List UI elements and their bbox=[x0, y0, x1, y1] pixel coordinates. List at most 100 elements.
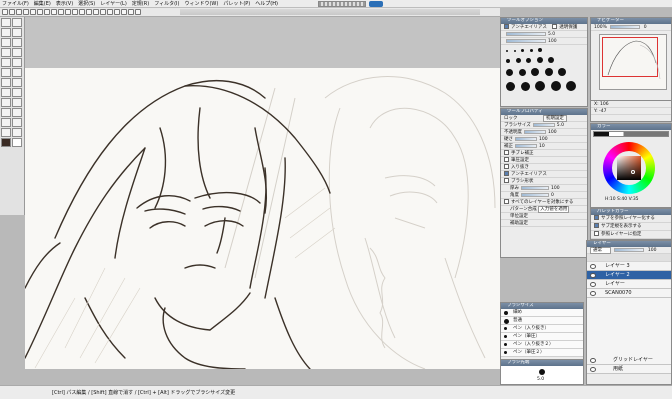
redo-icon[interactable] bbox=[30, 9, 36, 15]
brush-dot[interactable] bbox=[544, 68, 553, 76]
color-picker-marker[interactable] bbox=[631, 170, 635, 174]
prop-checkbox[interactable] bbox=[504, 157, 509, 162]
layer-blend-mode[interactable]: 通常 bbox=[590, 247, 611, 254]
paste-icon[interactable] bbox=[51, 9, 57, 15]
correct-tool-icon[interactable] bbox=[1, 128, 11, 137]
nav-zoom-slider[interactable] bbox=[610, 24, 641, 29]
menu-file[interactable]: ファイル(F) bbox=[2, 0, 29, 7]
prop-checkbox[interactable] bbox=[504, 199, 509, 204]
aa-checkbox[interactable] bbox=[504, 24, 509, 29]
hand-tool-icon[interactable] bbox=[12, 18, 22, 27]
eraser-tool-icon[interactable] bbox=[1, 78, 11, 87]
tool-prop-row[interactable]: すべてのレイヤーを対象にする bbox=[501, 199, 587, 206]
navigator-thumbnail[interactable] bbox=[599, 34, 667, 90]
tool-prop-row[interactable]: パターン合成 入力値を適用 bbox=[501, 206, 587, 213]
brush-dot[interactable] bbox=[521, 49, 525, 52]
ruler-tool-icon[interactable] bbox=[12, 118, 22, 127]
snap-icon[interactable] bbox=[107, 9, 113, 15]
tool-prop-row[interactable]: 角度 0 bbox=[501, 192, 587, 199]
tool-prop-row[interactable]: 筆圧設定 bbox=[501, 157, 587, 164]
reset-button[interactable]: 初期設定 bbox=[542, 115, 567, 122]
pen-tool-icon[interactable] bbox=[1, 58, 11, 67]
size-slider-row[interactable]: 5.0 bbox=[501, 31, 587, 38]
undo-icon[interactable] bbox=[23, 9, 29, 15]
wand-tool-icon[interactable] bbox=[1, 48, 11, 57]
layer-row[interactable]: SCAN0070 bbox=[587, 289, 671, 298]
prop-checkbox[interactable] bbox=[504, 150, 509, 155]
brush-dot[interactable] bbox=[558, 68, 567, 76]
rotate-tool-icon[interactable] bbox=[1, 28, 11, 37]
brush-dot[interactable] bbox=[506, 59, 510, 63]
brush-dot[interactable] bbox=[513, 50, 516, 52]
lasso-tool-icon[interactable] bbox=[1, 38, 11, 47]
palette-checkbox[interactable] bbox=[594, 215, 599, 220]
color-wheel[interactable] bbox=[603, 142, 655, 194]
zoom-tool-icon[interactable] bbox=[1, 18, 11, 27]
brush-dot[interactable] bbox=[506, 69, 513, 76]
eye-icon[interactable] bbox=[590, 291, 596, 296]
brush-dot[interactable] bbox=[518, 69, 526, 76]
deselect-icon[interactable] bbox=[121, 9, 127, 15]
layer-opacity-slider[interactable] bbox=[614, 247, 645, 252]
color-swatch-bar[interactable] bbox=[593, 131, 669, 137]
tool-prop-row[interactable]: 手ブレ補正 bbox=[501, 150, 587, 157]
brush-dot[interactable] bbox=[535, 81, 546, 91]
brush-dot[interactable] bbox=[506, 82, 515, 91]
paper-layer-row[interactable]: 用紙 bbox=[587, 365, 671, 374]
prop-checkbox[interactable] bbox=[504, 164, 509, 169]
prop-slider[interactable] bbox=[515, 136, 537, 141]
settings-chip-icon[interactable] bbox=[369, 1, 383, 7]
tool-prop-row[interactable]: 厚み 100 bbox=[501, 185, 587, 192]
eye-icon[interactable] bbox=[590, 282, 596, 287]
tool-prop-row[interactable]: ブラシ形状 bbox=[501, 178, 587, 185]
color-sv-square[interactable] bbox=[617, 156, 641, 180]
invert-icon[interactable] bbox=[128, 9, 134, 15]
sub-color-swatch-icon[interactable] bbox=[12, 138, 22, 147]
preset-row[interactable]: ペン（筆圧２） bbox=[501, 349, 583, 357]
grid-icon[interactable] bbox=[93, 9, 99, 15]
fill-tool-icon[interactable] bbox=[1, 88, 11, 97]
brush-dot[interactable] bbox=[536, 57, 543, 63]
density-slider-row[interactable]: 100 bbox=[501, 38, 587, 45]
move-tool-icon[interactable] bbox=[12, 28, 22, 37]
brush-dot[interactable] bbox=[529, 49, 533, 52]
prop-slider[interactable] bbox=[524, 129, 546, 134]
flip-icon[interactable] bbox=[86, 9, 92, 15]
palette-checkbox[interactable] bbox=[594, 231, 599, 236]
menu-view[interactable]: 表示(V) bbox=[56, 0, 73, 7]
main-color-swatch-icon[interactable] bbox=[1, 138, 11, 147]
prop-slider[interactable] bbox=[521, 185, 549, 190]
eye-icon[interactable] bbox=[590, 273, 596, 278]
brushtip-preview[interactable]: 5.0 bbox=[501, 366, 583, 384]
menu-window[interactable]: ウィンドウ(W) bbox=[184, 0, 218, 7]
prop-slider[interactable] bbox=[521, 192, 549, 197]
cut-icon[interactable] bbox=[37, 9, 43, 15]
menu-select[interactable]: 選択(S) bbox=[78, 0, 95, 7]
shape-tool-icon[interactable] bbox=[1, 98, 11, 107]
menu-layer[interactable]: レイヤー(L) bbox=[100, 0, 127, 7]
palette-row[interactable]: 参照レイヤーに指定 bbox=[591, 231, 671, 239]
tool-prop-row[interactable]: アンチエイリアス bbox=[501, 171, 587, 178]
layer-row[interactable]: レイヤー 3 bbox=[587, 262, 671, 271]
new-icon[interactable] bbox=[2, 9, 8, 15]
brush-dot[interactable] bbox=[550, 81, 561, 91]
brush-dot[interactable] bbox=[538, 48, 543, 52]
menu-ruler[interactable]: 定規(R) bbox=[132, 0, 149, 7]
menu-filter[interactable]: フィルタ(I) bbox=[154, 0, 179, 7]
airbrush-tool-icon[interactable] bbox=[12, 68, 22, 77]
density-slider[interactable] bbox=[506, 38, 546, 43]
transform-icon[interactable] bbox=[135, 9, 141, 15]
tool-prop-row[interactable]: 補正 10 bbox=[501, 143, 587, 150]
zoom-in-icon[interactable] bbox=[58, 9, 64, 15]
fit-icon[interactable] bbox=[72, 9, 78, 15]
gradient-tool-icon[interactable] bbox=[12, 88, 22, 97]
brush-dot[interactable] bbox=[548, 57, 555, 63]
brush-dot[interactable] bbox=[531, 68, 540, 76]
eye-icon[interactable] bbox=[590, 358, 596, 363]
nav-zoom-row[interactable]: 100% 0 bbox=[591, 24, 671, 31]
frame-tool-icon[interactable] bbox=[1, 118, 11, 127]
brush-dot[interactable] bbox=[515, 58, 521, 63]
palette-checkbox[interactable] bbox=[594, 223, 599, 228]
save-icon[interactable] bbox=[16, 9, 22, 15]
select-tool-icon[interactable] bbox=[12, 38, 22, 47]
